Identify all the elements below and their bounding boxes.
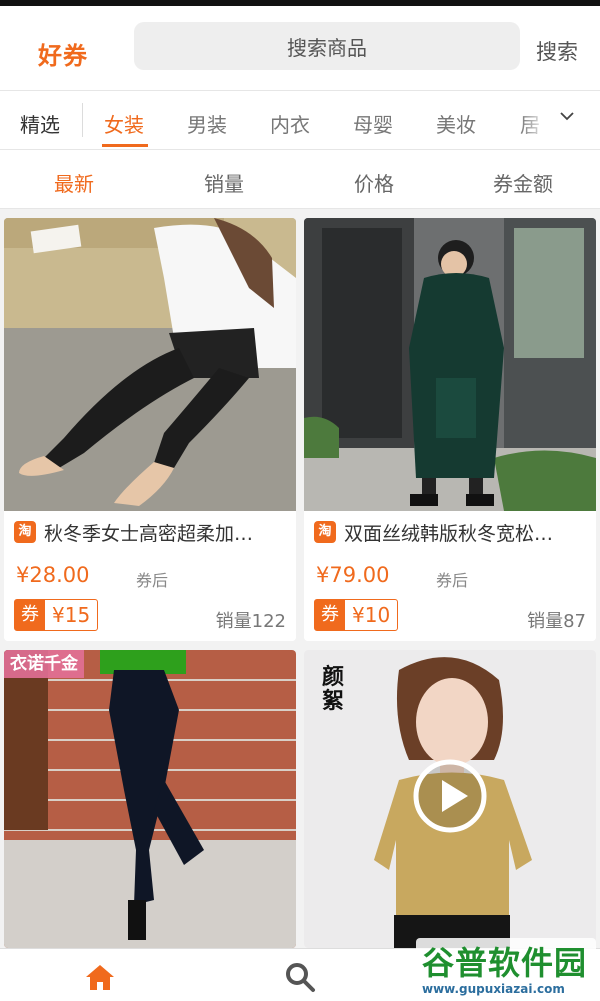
tab-beauty[interactable]: 美妆 bbox=[436, 109, 476, 138]
product-card[interactable]: 淘 双面丝绒韩版秋冬宽松… ¥79.00 券后 券 ¥10 销量87 bbox=[304, 218, 596, 641]
product-card[interactable]: 淘 秋冬季女士高密超柔加… ¥28.00 券后 券 ¥15 销量122 bbox=[4, 218, 296, 641]
sort-bar: 最新 销量 价格 券金额 bbox=[0, 150, 600, 209]
active-tab-indicator bbox=[102, 144, 148, 147]
price-suffix: 券后 bbox=[436, 571, 469, 590]
coupon-value: ¥15 bbox=[52, 603, 91, 627]
coupon-tag: 券 bbox=[15, 600, 45, 630]
tab-mens[interactable]: 男装 bbox=[187, 109, 227, 138]
coupon-tag: 券 bbox=[315, 600, 345, 630]
chevron-down-icon[interactable] bbox=[560, 109, 574, 123]
sort-latest[interactable]: 最新 bbox=[54, 168, 94, 197]
tab-featured[interactable]: 精选 bbox=[20, 109, 60, 138]
product-sales: 销量87 bbox=[527, 611, 586, 632]
tab-underwear[interactable]: 内衣 bbox=[270, 109, 310, 138]
tab-baby[interactable]: 母婴 bbox=[353, 109, 393, 138]
product-image bbox=[4, 218, 296, 511]
home-icon[interactable] bbox=[84, 961, 116, 993]
search-input[interactable]: 搜索商品 bbox=[134, 22, 520, 70]
tab-womens[interactable]: 女装 bbox=[104, 109, 144, 138]
sort-price[interactable]: 价格 bbox=[354, 168, 394, 197]
coupon-badge: 券 ¥15 bbox=[14, 599, 99, 631]
sort-sales[interactable]: 销量 bbox=[204, 168, 244, 197]
image-brand-label: 衣诺千金 bbox=[4, 650, 84, 678]
product-title: 秋冬季女士高密超柔加… bbox=[44, 523, 254, 545]
product-info: 淘 双面丝绒韩版秋冬宽松… ¥79.00 券后 券 ¥10 销量87 bbox=[304, 511, 596, 641]
divider bbox=[82, 103, 83, 137]
product-image: 衣诺千金 bbox=[4, 650, 296, 948]
product-price: ¥28.00 bbox=[16, 563, 90, 587]
app-logo: 好券 bbox=[38, 42, 88, 70]
coupon-badge: 券 ¥10 bbox=[314, 599, 399, 631]
product-sales: 销量122 bbox=[215, 611, 286, 632]
search-placeholder: 搜索商品 bbox=[287, 35, 367, 60]
image-brand-label: 颜絮 bbox=[322, 665, 345, 714]
product-price: ¥79.00 bbox=[316, 563, 390, 587]
product-card[interactable]: 颜絮 bbox=[304, 650, 596, 948]
product-card[interactable]: 衣诺千金 bbox=[4, 650, 296, 948]
taobao-badge: 淘 bbox=[314, 521, 336, 543]
coupon-value: ¥10 bbox=[352, 603, 391, 627]
product-info: 淘 秋冬季女士高密超柔加… ¥28.00 券后 券 ¥15 销量122 bbox=[4, 511, 296, 641]
product-title: 双面丝绒韩版秋冬宽松… bbox=[344, 523, 554, 545]
watermark-text: 谷普软件园 bbox=[422, 944, 588, 982]
taobao-badge: 淘 bbox=[14, 521, 36, 543]
product-image bbox=[304, 218, 596, 511]
price-suffix: 券后 bbox=[136, 571, 169, 590]
product-image: 颜絮 bbox=[304, 650, 596, 948]
watermark: 谷普软件园 www.gupuxiazai.com bbox=[416, 938, 596, 998]
sort-coupon[interactable]: 券金额 bbox=[493, 168, 553, 197]
watermark-url: www.gupuxiazai.com bbox=[422, 982, 565, 996]
header: 好券 搜索商品 搜索 bbox=[0, 6, 600, 91]
category-tabs: 精选 女装 男装 内衣 母婴 美妆 居 bbox=[0, 91, 600, 150]
search-button[interactable]: 搜索 bbox=[536, 36, 578, 66]
search-icon[interactable] bbox=[284, 961, 316, 993]
play-icon[interactable] bbox=[412, 758, 488, 834]
